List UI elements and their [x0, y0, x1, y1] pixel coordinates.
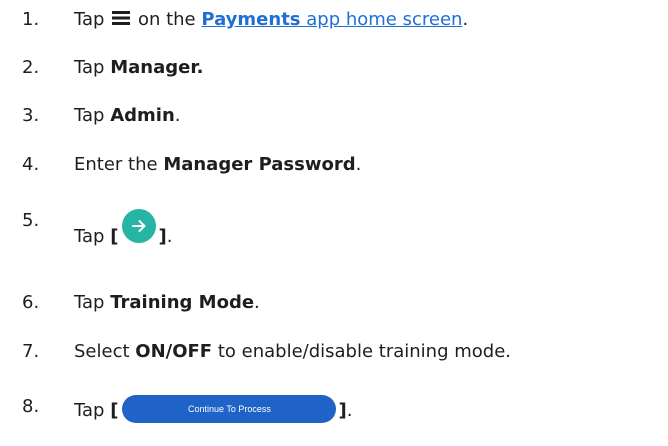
step-bold: Manager Password [163, 154, 356, 175]
step-number: 6. [22, 292, 40, 313]
step-end: . [355, 154, 362, 175]
step-number: 5. [22, 210, 40, 231]
step-text: on the [137, 9, 196, 30]
link-text: app home screen [306, 9, 463, 30]
step-text: Enter the [74, 154, 158, 175]
bracket-open: [ [110, 400, 119, 421]
step-text: Tap [74, 9, 105, 30]
step-number: 4. [22, 154, 40, 175]
step-number: 3. [22, 105, 40, 126]
bracket-close: ] [338, 400, 347, 421]
step-text: Tap [74, 292, 105, 313]
step-end: . [166, 226, 173, 247]
step-end: . [254, 292, 260, 313]
step-number: 8. [22, 396, 40, 417]
step-text: Tap [74, 57, 105, 78]
step-number: 1. [22, 9, 40, 30]
payments-app-home-link[interactable]: Payments app home screen [201, 9, 462, 30]
hamburger-menu-icon [112, 9, 131, 25]
step-end: . [462, 9, 469, 30]
step-text: Select [74, 341, 130, 362]
step-end: . [174, 105, 181, 126]
step-number: 2. [22, 57, 40, 78]
arrow-right-circle-icon[interactable] [122, 209, 157, 243]
step-text: Tap [74, 400, 105, 421]
bracket-close: ] [158, 226, 167, 247]
step-text: Tap [74, 105, 105, 126]
step-bold: ON/OFF [135, 341, 213, 362]
bracket-open: [ [110, 226, 119, 247]
step-bold: Manager. [110, 57, 204, 78]
instruction-steps: 1. Tap on the Payments app home screen. … [0, 0, 668, 446]
step-end: . [346, 400, 353, 421]
step-text: Tap [74, 226, 105, 247]
step-text-rest: to enable/disable training mode. [217, 341, 511, 362]
step-number: 7. [22, 341, 40, 362]
step-bold: Admin [110, 105, 175, 126]
step-bold: Training Mode [110, 292, 255, 313]
continue-to-process-button[interactable]: Continue To Process [122, 395, 337, 423]
link-bold-text: Payments [201, 9, 301, 30]
